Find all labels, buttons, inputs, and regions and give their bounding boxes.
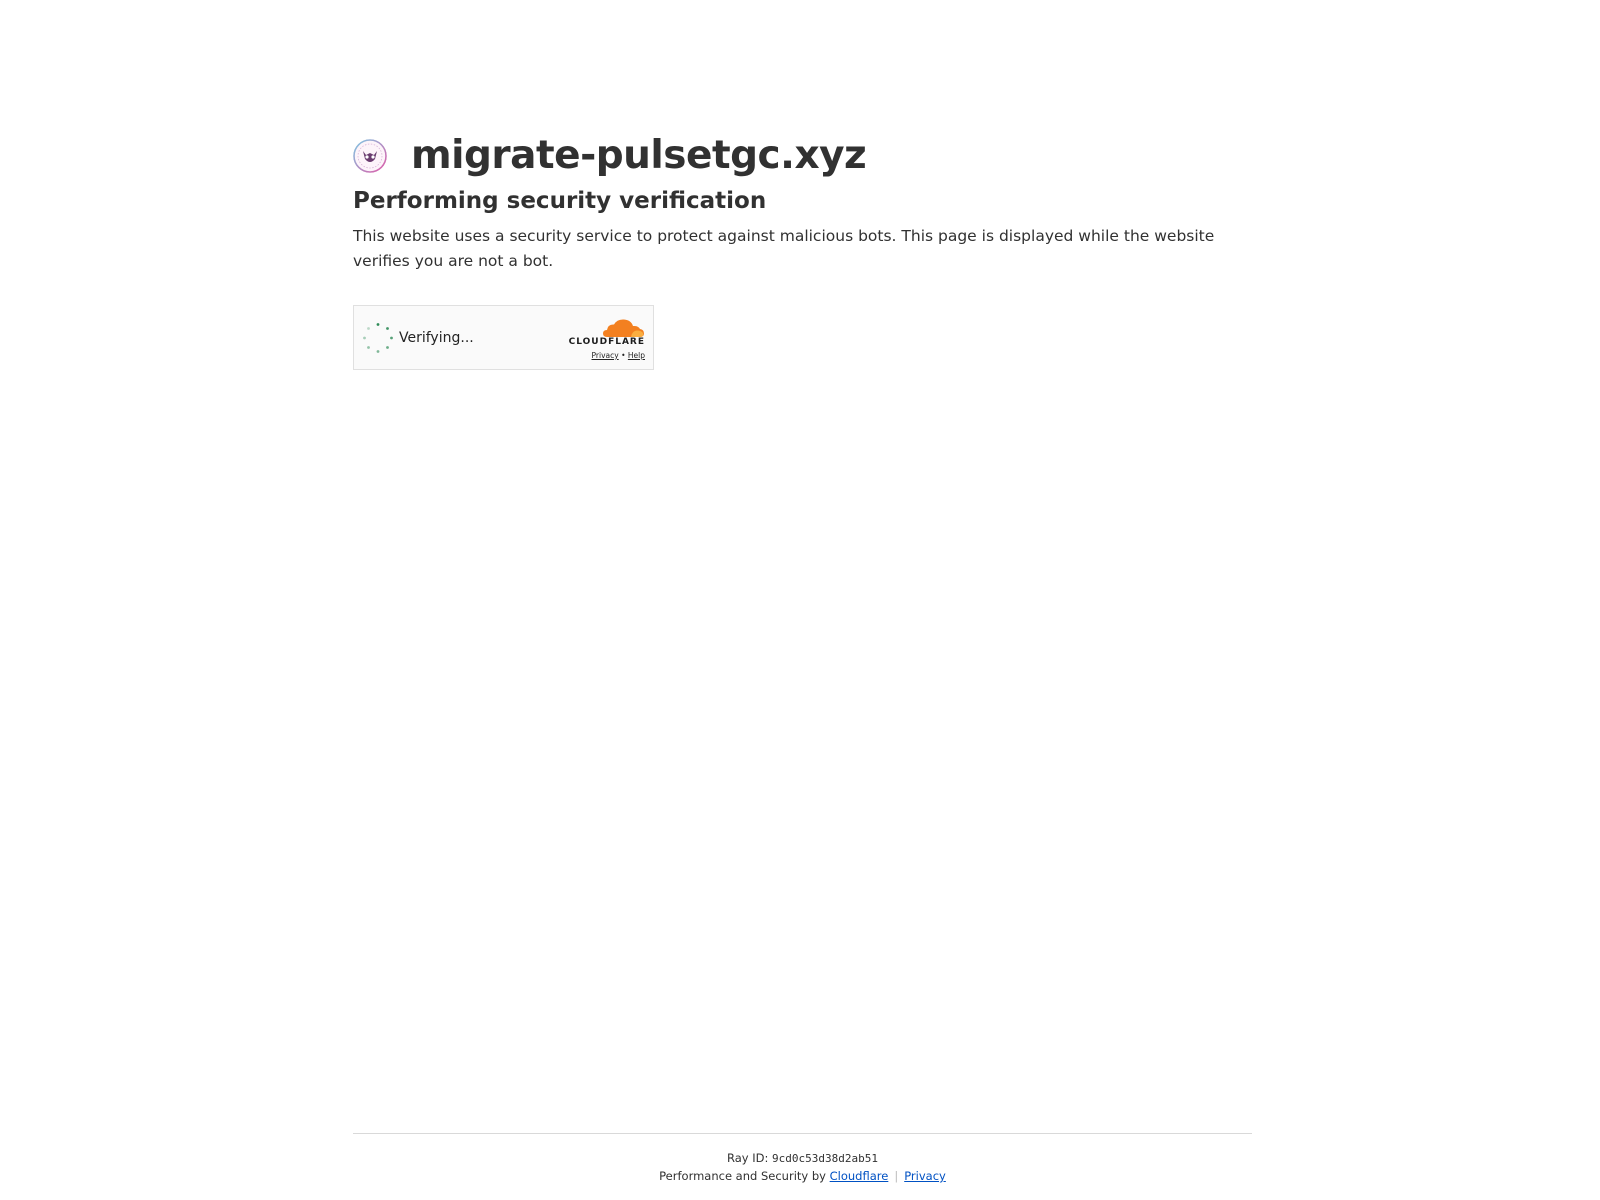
cloudflare-branding: CLOUDFLARE Privacy • Help	[563, 318, 645, 360]
page-footer: Ray ID: 9cd0c53d38d2ab51 Performance and…	[353, 1133, 1252, 1183]
footer-cloudflare-link[interactable]: Cloudflare	[830, 1169, 889, 1183]
ray-id-label: Ray ID:	[727, 1151, 773, 1165]
site-header: migrate-pulsetgc.xyz	[353, 128, 867, 184]
performance-line: Performance and Security by Cloudflare | P…	[353, 1169, 1252, 1183]
owl-emblem-icon	[353, 139, 387, 173]
loading-spinner-icon	[363, 322, 393, 353]
footer-divider: |	[894, 1169, 899, 1183]
cloudflare-wordmark: CLOUDFLARE	[568, 337, 645, 347]
widget-link-separator: •	[621, 351, 626, 360]
performance-text: Performance and Security by	[659, 1169, 830, 1183]
turnstile-widget[interactable]: Verifying... CLOUDFLARE Privacy • Help	[353, 305, 654, 370]
widget-links: Privacy • Help	[592, 351, 645, 360]
footer-privacy-link[interactable]: Privacy	[904, 1169, 946, 1183]
verifying-status: Verifying...	[399, 329, 474, 346]
page-heading: Performing security verification	[353, 188, 767, 214]
ray-id-value: 9cd0c53d38d2ab51	[772, 1152, 878, 1165]
challenge-page: migrate-pulsetgc.xyz Performing security…	[0, 0, 1600, 1200]
widget-privacy-link[interactable]: Privacy	[592, 351, 619, 360]
ray-id-line: Ray ID: 9cd0c53d38d2ab51	[353, 1151, 1252, 1165]
cloudflare-cloud-icon	[603, 319, 644, 337]
page-description: This website uses a security service to …	[353, 227, 1215, 270]
widget-help-link[interactable]: Help	[628, 351, 645, 360]
site-title: migrate-pulsetgc.xyz	[411, 133, 867, 178]
